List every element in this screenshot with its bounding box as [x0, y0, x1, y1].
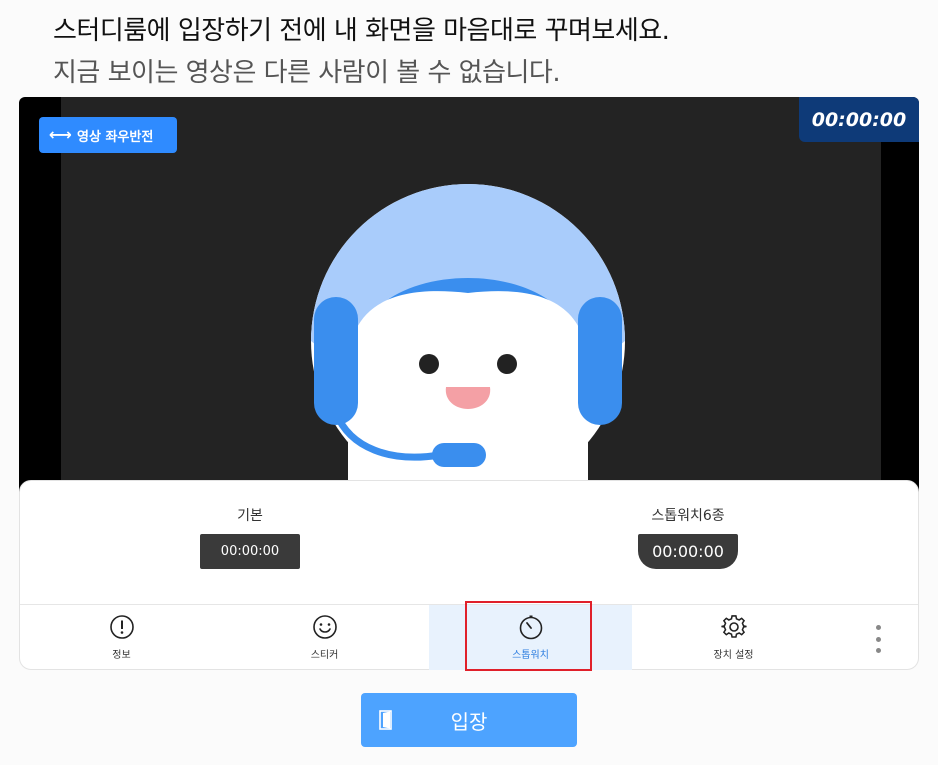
tab-sticker[interactable]: 스티커 [223, 605, 426, 670]
timer-option-basic-label: 기본 [237, 508, 263, 524]
mirror-video-label: 영상 좌우반전 [77, 129, 154, 145]
tab-info-label: 정보 [112, 650, 131, 661]
page-title: 스터디룸에 입장하기 전에 내 화면을 마음대로 꾸며보세요. [53, 16, 670, 46]
tab-sticker-label: 스티커 [310, 650, 339, 661]
tab-device-settings[interactable]: 장치 설정 [632, 605, 835, 670]
video-preview: ⟷ 영상 좌우반전 00:00:00 [19, 97, 919, 497]
info-icon [109, 615, 134, 639]
page-subtitle: 지금 보이는 영상은 다른 사람이 볼 수 없습니다. [53, 58, 561, 88]
timer-option-stopwatch-label: 스톱워치6종 [651, 508, 725, 524]
video-timer: 00:00:00 [799, 97, 919, 142]
enter-button[interactable]: 입장 [361, 693, 577, 747]
timer-option-basic[interactable]: 기본 00:00:00 [100, 481, 400, 605]
door-icon [379, 710, 392, 730]
selection-highlight [465, 601, 592, 671]
swap-horizontal-icon: ⟷ [49, 125, 72, 144]
avatar-headset-mascot [311, 184, 625, 483]
timer-option-stopwatch[interactable]: 스톱워치6종 00:00:00 [538, 481, 838, 605]
more-options-icon[interactable] [870, 625, 886, 653]
tab-device-settings-label: 장치 설정 [713, 650, 754, 661]
smiley-icon [312, 615, 337, 639]
timer-option-stopwatch-preview[interactable]: 00:00:00 [638, 534, 738, 569]
timer-option-basic-preview[interactable]: 00:00:00 [200, 534, 300, 569]
gear-icon [720, 615, 747, 638]
enter-button-label: 입장 [450, 709, 488, 734]
tab-info[interactable]: 정보 [20, 605, 223, 670]
mirror-video-button[interactable]: ⟷ 영상 좌우반전 [39, 117, 177, 153]
